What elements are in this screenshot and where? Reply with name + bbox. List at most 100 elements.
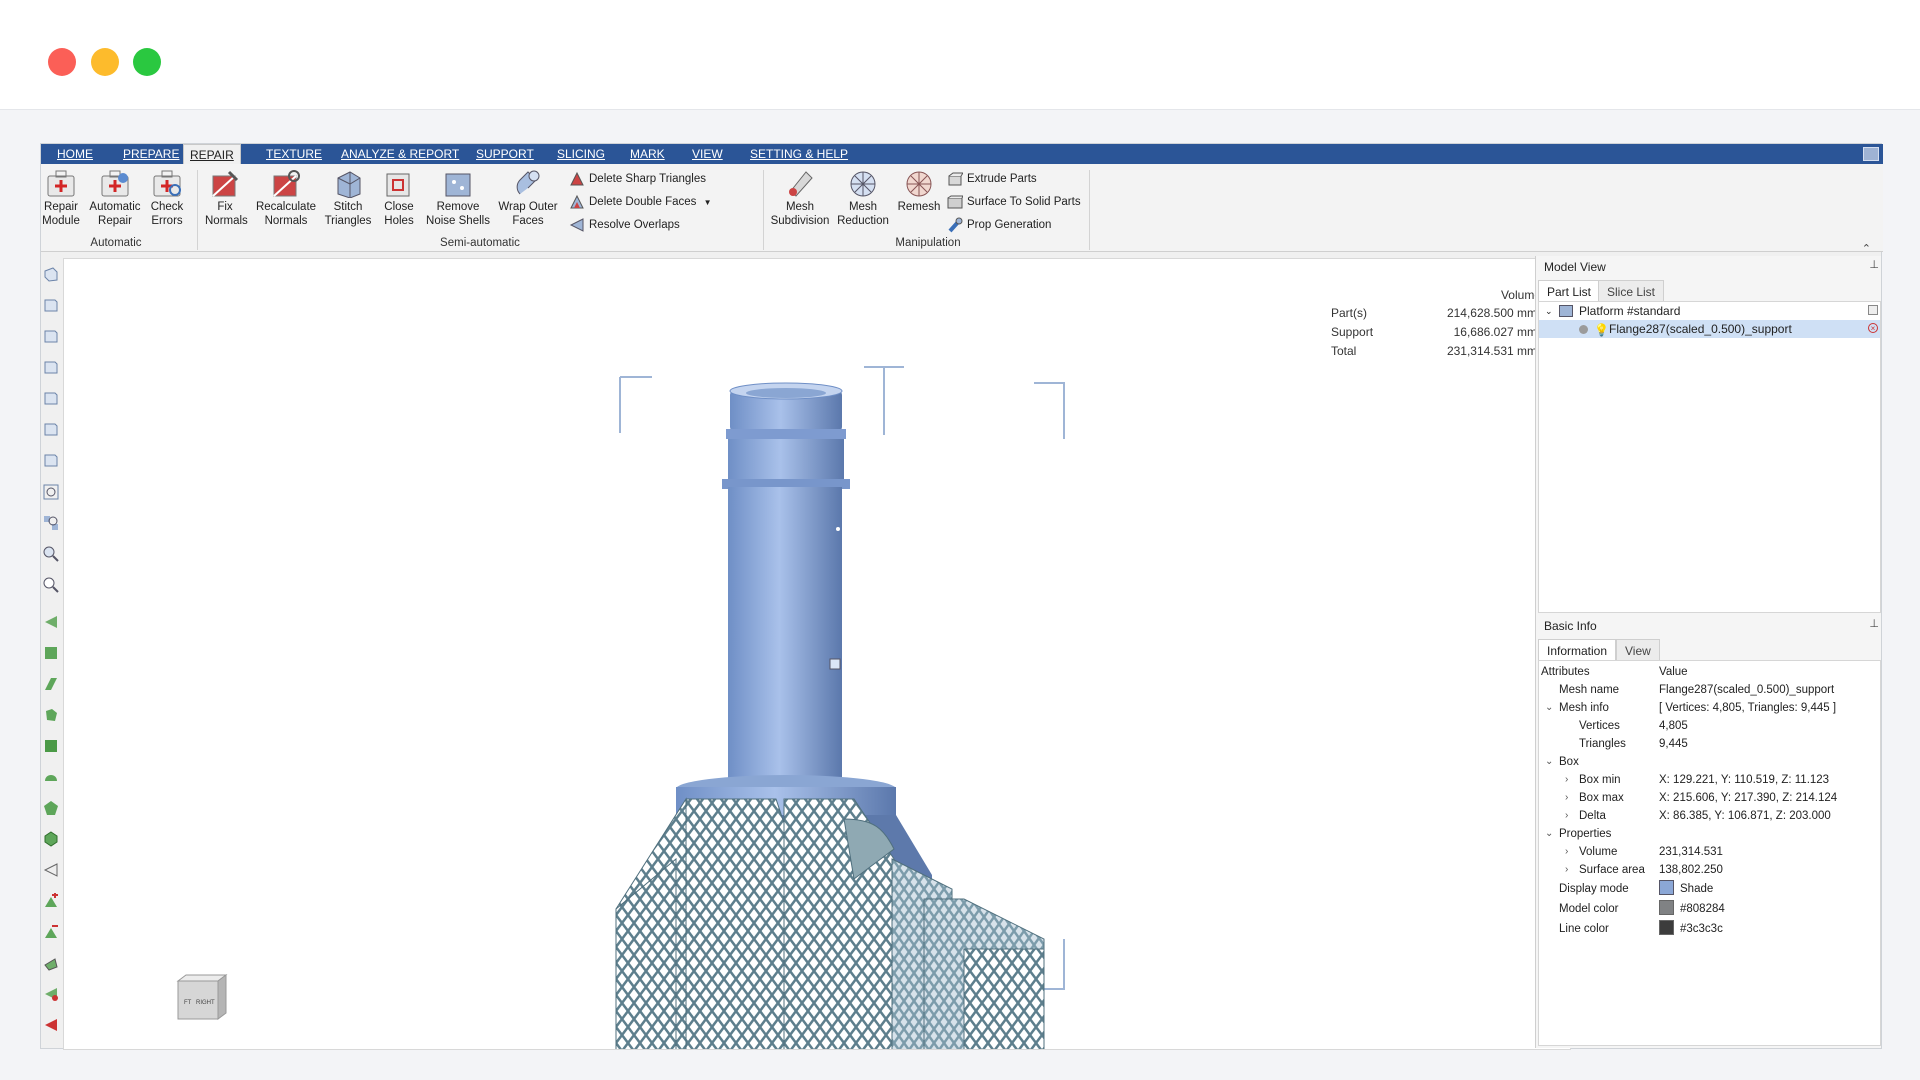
info-row-box-min[interactable]: › Box min X: 129.221, Y: 110.519, Z: 11.… — [1539, 771, 1880, 789]
info-row-delta[interactable]: › Delta X: 86.385, Y: 106.871, Z: 203.00… — [1539, 807, 1880, 825]
remesh-button[interactable]: Remesh — [897, 168, 941, 214]
clear-selection-icon[interactable] — [43, 986, 59, 1002]
window-titlebar — [0, 0, 1920, 110]
chevron-right-icon[interactable]: › — [1565, 807, 1568, 825]
chevron-down-icon[interactable]: ⌄ — [1545, 825, 1553, 843]
close-window-button[interactable] — [48, 48, 76, 76]
close-holes-button[interactable]: Close Holes — [381, 168, 417, 228]
resolve-overlaps-icon — [569, 217, 585, 233]
repair-module-button[interactable]: Repair Module — [41, 168, 81, 228]
model-color-swatch[interactable] — [1659, 900, 1674, 915]
tab-support[interactable]: SUPPORT — [470, 144, 540, 164]
info-row-line-color[interactable]: Line color #3c3c3c — [1539, 920, 1880, 938]
zoom-icon[interactable] — [43, 577, 59, 593]
chevron-right-icon[interactable]: › — [1565, 861, 1568, 879]
delete-selection-icon[interactable] — [43, 1017, 59, 1033]
stitch-triangles-icon — [332, 168, 364, 199]
pin-icon[interactable]: ⊥ — [1869, 258, 1879, 271]
tab-setting-help[interactable]: SETTING & HELP — [744, 144, 854, 164]
info-row-display-mode[interactable]: Display mode Shade — [1539, 880, 1880, 898]
visibility-dot-icon[interactable] — [1579, 325, 1588, 334]
select-part-icon[interactable] — [43, 862, 59, 878]
tab-mark[interactable]: MARK — [624, 144, 671, 164]
stitch-triangles-button[interactable]: Stitch Triangles — [324, 168, 372, 228]
zoom-selected-icon[interactable] — [43, 515, 59, 531]
resolve-overlaps-button[interactable]: Resolve Overlaps — [569, 215, 680, 235]
wrap-outer-faces-button[interactable]: Wrap Outer Faces — [496, 168, 560, 228]
pin-icon[interactable]: ⊥ — [1869, 617, 1879, 630]
info-row-volume[interactable]: › Volume 231,314.531 — [1539, 843, 1880, 861]
info-row-box-max[interactable]: › Box max X: 215.606, Y: 217.390, Z: 214… — [1539, 789, 1880, 807]
3d-viewport[interactable]: FT RIGHT — [63, 258, 1571, 1080]
view-bottom-icon[interactable] — [43, 452, 59, 468]
navigation-cube[interactable]: FT RIGHT — [174, 971, 230, 1023]
minimize-window-button[interactable] — [91, 48, 119, 76]
recalculate-normals-button[interactable]: Recalculate Normals — [255, 168, 317, 228]
tab-part-list[interactable]: Part List — [1538, 280, 1601, 302]
automatic-repair-button[interactable]: Automatic Repair — [87, 168, 143, 228]
line-color-swatch[interactable] — [1659, 920, 1674, 935]
tab-repair[interactable]: REPAIR — [183, 144, 241, 165]
close-holes-icon — [383, 168, 415, 198]
maximize-window-button[interactable] — [133, 48, 161, 76]
select-plane-icon[interactable] — [43, 676, 59, 692]
collapse-ribbon-icon[interactable]: ⌃ — [1862, 242, 1871, 255]
select-shell-icon[interactable] — [43, 738, 59, 754]
mesh-reduction-button[interactable]: Mesh Reduction — [835, 168, 891, 228]
tab-slice-list[interactable]: Slice List — [1598, 280, 1665, 302]
lightbulb-icon[interactable]: 💡 — [1594, 321, 1609, 339]
remove-noise-shells-button[interactable]: Remove Noise Shells — [425, 168, 491, 228]
mesh-subdivision-button[interactable]: Mesh Subdivision — [769, 168, 831, 228]
window-restore-icon[interactable] — [1863, 147, 1879, 161]
info-row-box[interactable]: ⌄ Box — [1539, 753, 1880, 771]
delete-double-faces-button[interactable]: Delete Double Faces ▼ — [569, 192, 712, 212]
view-top-icon[interactable] — [43, 421, 59, 437]
zoom-extents-icon[interactable] — [43, 484, 59, 500]
tab-analyze-report[interactable]: ANALYZE & REPORT — [335, 144, 465, 164]
view-iso-icon[interactable] — [43, 266, 59, 282]
app-window: HOME PREPARE REPAIR TEXTURE ANALYZE & RE… — [40, 143, 1883, 1080]
delete-sharp-triangles-button[interactable]: Delete Sharp Triangles — [569, 169, 706, 189]
select-polygon-icon[interactable] — [43, 800, 59, 816]
platform-menu-icon[interactable] — [1868, 305, 1878, 315]
tab-home[interactable]: HOME — [51, 144, 99, 164]
select-hexagon-icon[interactable] — [43, 831, 59, 847]
select-square-icon[interactable] — [43, 645, 59, 661]
tree-row-platform[interactable]: ⌄ Platform #standard — [1539, 302, 1880, 320]
info-row-mesh-info[interactable]: ⌄ Mesh info [ Vertices: 4,805, Triangles… — [1539, 699, 1880, 717]
grow-selection-icon[interactable] — [43, 893, 59, 909]
chevron-right-icon[interactable]: › — [1565, 843, 1568, 861]
tab-texture[interactable]: TEXTURE — [260, 144, 328, 164]
check-errors-button[interactable]: Check Errors — [147, 168, 187, 228]
select-surface-icon[interactable] — [43, 707, 59, 723]
zoom-window-icon[interactable] — [43, 546, 59, 562]
extrude-parts-button[interactable]: Extrude Parts — [947, 169, 1037, 189]
info-row-model-color[interactable]: Model color #808284 — [1539, 900, 1880, 918]
chevron-down-icon[interactable]: ⌄ — [1545, 302, 1553, 320]
shrink-selection-icon[interactable] — [43, 924, 59, 940]
chevron-down-icon[interactable]: ▼ — [704, 198, 712, 207]
fix-normals-button[interactable]: Fix Normals — [205, 168, 248, 228]
chevron-right-icon[interactable]: › — [1565, 789, 1568, 807]
info-row-properties[interactable]: ⌄ Properties — [1539, 825, 1880, 843]
remove-part-icon[interactable]: × — [1868, 323, 1878, 333]
select-triangle-icon[interactable] — [43, 614, 59, 630]
tab-slicing[interactable]: SLICING — [551, 144, 611, 164]
view-right-icon[interactable] — [43, 390, 59, 406]
chevron-down-icon[interactable]: ⌄ — [1545, 753, 1553, 771]
surface-to-solid-parts-button[interactable]: Surface To Solid Parts — [947, 192, 1081, 212]
chevron-down-icon[interactable]: ⌄ — [1545, 699, 1553, 717]
view-back-icon[interactable] — [43, 328, 59, 344]
tab-view[interactable]: VIEW — [686, 144, 729, 164]
invert-selection-icon[interactable] — [43, 955, 59, 971]
chevron-right-icon[interactable]: › — [1565, 771, 1568, 789]
info-row-surface-area[interactable]: › Surface area 138,802.250 — [1539, 861, 1880, 879]
tab-information[interactable]: Information — [1538, 639, 1617, 661]
view-left-icon[interactable] — [43, 359, 59, 375]
prop-generation-button[interactable]: Prop Generation — [947, 215, 1051, 235]
tab-view[interactable]: View — [1616, 639, 1660, 661]
tab-prepare[interactable]: PREPARE — [117, 144, 185, 164]
view-front-icon[interactable] — [43, 297, 59, 313]
select-brush-icon[interactable] — [43, 769, 59, 785]
tree-row-part[interactable]: 💡 Flange287(scaled_0.500)_support × — [1539, 320, 1880, 338]
